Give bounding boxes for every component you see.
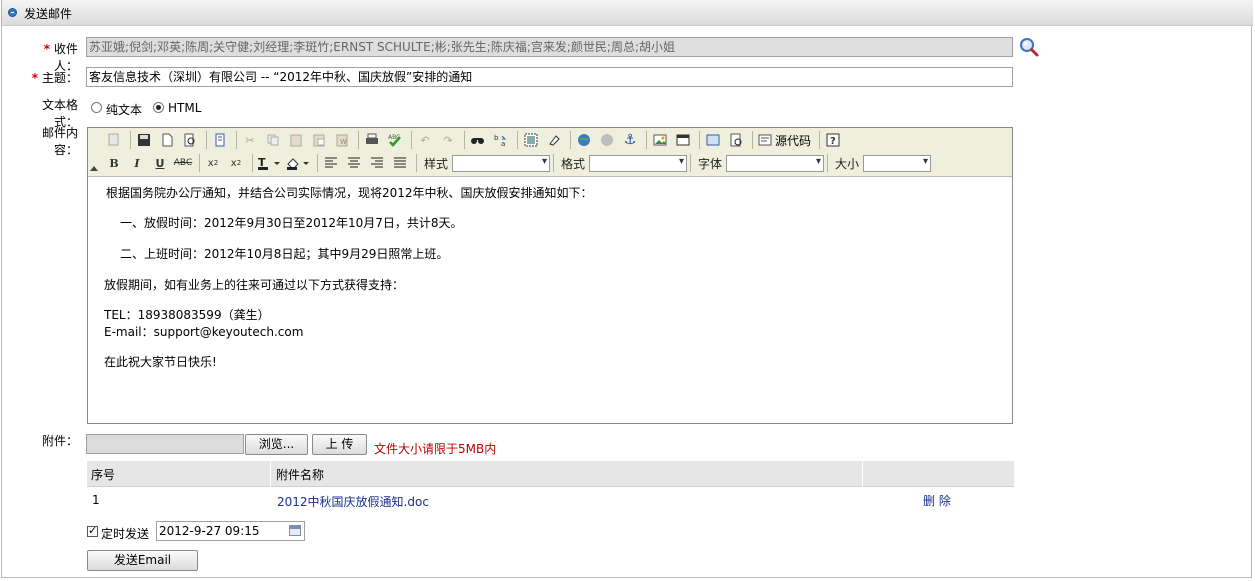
plain-text-radio[interactable] xyxy=(91,102,102,113)
bullet-icon xyxy=(8,8,17,17)
save-icon[interactable] xyxy=(134,130,154,150)
html-label: HTML xyxy=(168,101,202,115)
source-icon xyxy=(758,134,772,146)
column-header-index: 序号 xyxy=(91,468,116,482)
help-icon[interactable]: ? xyxy=(823,130,843,150)
scheduled-send-checkbox[interactable] xyxy=(87,524,98,537)
subject-label-text: 主题： xyxy=(41,71,78,85)
paste-text-icon[interactable] xyxy=(309,130,329,150)
editor-toolbar: ✂ W ABC ↶ ↷ ba ⚓ 源代码 ? B I U ABC x 2 x 2… xyxy=(88,128,1012,177)
content-label: 邮件内容： xyxy=(41,126,78,157)
text-color-icon[interactable]: T xyxy=(256,153,282,173)
scheduled-send-label: 定时发送 xyxy=(101,527,150,541)
upload-button[interactable]: 上 传 xyxy=(312,434,367,455)
superscript-icon[interactable]: x2 xyxy=(226,153,246,173)
body-paragraph: 根据国务院办公厅通知，并结合公司实际情况，现将2012年中秋、国庆放假安排通知如… xyxy=(106,186,593,200)
background-color-icon[interactable] xyxy=(285,153,311,173)
svg-text:?: ? xyxy=(830,136,836,147)
svg-text:a: a xyxy=(501,140,505,147)
unlink-icon[interactable] xyxy=(597,130,617,150)
body-paragraph: 放假期间，如有业务上的往来可通过以下方式获得支持： xyxy=(104,278,405,292)
body-paragraph: TEL：18938083599（龚生） xyxy=(104,308,270,322)
replace-icon[interactable]: ba xyxy=(491,130,511,150)
svg-text:b: b xyxy=(494,134,499,142)
paragraph-format-label: 格式 xyxy=(561,156,586,171)
body-paragraph: 在此祝大家节日快乐! xyxy=(104,355,217,369)
search-icon[interactable] xyxy=(1019,37,1039,57)
page-title: 发送邮件 xyxy=(24,7,73,21)
subject-label: * 主题： xyxy=(20,69,78,86)
bold-icon[interactable]: B xyxy=(104,153,124,173)
cut-icon[interactable]: ✂ xyxy=(240,130,260,150)
paragraph-format-select[interactable] xyxy=(589,154,688,172)
paste-word-icon[interactable] xyxy=(104,130,124,150)
font-label: 字体 xyxy=(698,156,723,171)
column-header-name: 附件名称 xyxy=(276,468,325,482)
italic-icon[interactable]: I xyxy=(127,153,147,173)
style-label: 样式 xyxy=(424,156,449,171)
recipients-input[interactable]: 苏亚娥;倪剑;邓英;陈周;关守健;刘经理;李斑竹;ERNST SCHULTE;彬… xyxy=(86,37,1013,57)
print-icon[interactable] xyxy=(362,130,382,150)
find-icon[interactable] xyxy=(468,130,488,150)
html-radio[interactable] xyxy=(153,102,164,113)
collapse-toolbar-icon[interactable] xyxy=(90,166,98,171)
delete-attachment-link[interactable]: 删 除 xyxy=(923,492,951,509)
new-page-icon[interactable] xyxy=(157,130,177,150)
link-icon[interactable] xyxy=(574,130,594,150)
paste-icon[interactable] xyxy=(286,130,306,150)
required-mark: * xyxy=(43,42,50,56)
strikethrough-icon[interactable]: ABC xyxy=(173,153,193,173)
anchor-icon[interactable]: ⚓ xyxy=(620,130,640,150)
schedule-datetime-value: 2012-9-27 09:15 xyxy=(159,524,260,538)
size-select[interactable] xyxy=(863,154,932,172)
redo-icon[interactable]: ↷ xyxy=(438,130,458,150)
body-paragraph: E-mail：support@keyoutech.com xyxy=(104,325,304,339)
file-size-note: 文件大小请限于5MB内 xyxy=(374,442,497,456)
subject-input[interactable]: 客友信息技术（深圳）有限公司 -- “2012年中秋、国庆放假”安排的通知 xyxy=(86,67,1013,87)
undo-icon[interactable]: ↶ xyxy=(415,130,435,150)
schedule-datetime-input[interactable]: 2012-9-27 09:15 xyxy=(156,521,305,541)
attachment-label: 附件： xyxy=(41,434,78,448)
title-bar: 发送邮件 xyxy=(2,0,1253,26)
send-email-button[interactable]: 发送Email xyxy=(87,550,198,571)
align-left-icon[interactable] xyxy=(321,153,341,173)
preview-icon[interactable] xyxy=(180,130,200,150)
justify-icon[interactable] xyxy=(390,153,410,173)
editor-body[interactable]: 根据国务院办公厅通知，并结合公司实际情况，现将2012年中秋、国庆放假安排通知如… xyxy=(88,177,1012,423)
attachment-file-link[interactable]: 2012中秋国庆放假通知.doc xyxy=(277,493,429,510)
style-select[interactable] xyxy=(452,154,551,172)
select-all-icon[interactable] xyxy=(521,130,541,150)
remove-format-icon[interactable] xyxy=(544,130,564,150)
browse-button[interactable]: 浏览... xyxy=(245,434,308,455)
svg-text:W: W xyxy=(340,138,347,146)
plain-text-label: 纯文本 xyxy=(106,103,143,117)
copy-icon[interactable] xyxy=(263,130,283,150)
body-paragraph: 一、放假时间：2012年9月30日至2012年10月7日，共计8天。 xyxy=(120,216,463,230)
subscript-icon[interactable]: x2 xyxy=(203,153,223,173)
paste-from-word-icon[interactable]: W xyxy=(332,130,352,150)
attachment-table-header: 序号 附件名称 xyxy=(87,461,1014,487)
spellcheck-icon[interactable]: ABC xyxy=(385,130,405,150)
body-paragraph: 二、上班时间：2012年10月8日起；其中9月29日照常上班。 xyxy=(120,247,449,261)
align-center-icon[interactable] xyxy=(344,153,364,173)
attachment-index: 1 xyxy=(92,493,100,507)
rich-text-editor: ✂ W ABC ↶ ↷ ba ⚓ 源代码 ? B I U ABC x 2 x 2… xyxy=(87,127,1013,424)
required-mark: * xyxy=(31,71,38,85)
attachment-file-input[interactable] xyxy=(86,434,244,454)
underline-icon[interactable]: U xyxy=(150,153,170,173)
table-icon[interactable] xyxy=(673,130,693,150)
size-label: 大小 xyxy=(835,156,860,171)
font-select[interactable] xyxy=(726,154,825,172)
align-right-icon[interactable] xyxy=(367,153,387,173)
source-code-label: 源代码 xyxy=(775,133,812,148)
image-icon[interactable] xyxy=(650,130,670,150)
templates-icon[interactable] xyxy=(210,130,230,150)
source-code-button[interactable]: 源代码 xyxy=(756,130,813,150)
calendar-icon[interactable] xyxy=(289,525,301,536)
maximize-icon[interactable] xyxy=(703,130,723,150)
show-blocks-icon[interactable] xyxy=(726,130,746,150)
